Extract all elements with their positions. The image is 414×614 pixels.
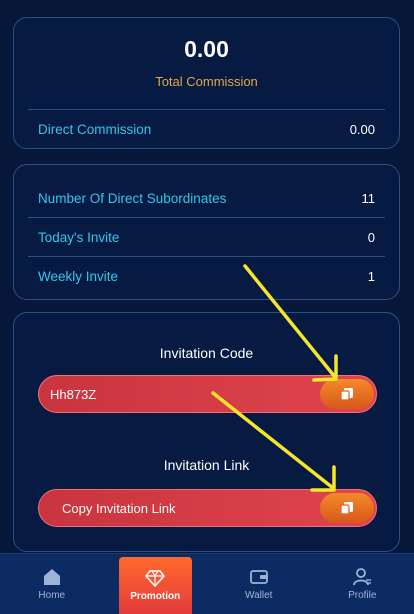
stats-value: 1	[367, 268, 375, 284]
total-commission-amount: 0.00	[184, 36, 229, 62]
divider	[28, 109, 385, 110]
profile-icon	[353, 567, 372, 585]
stats-row-weekly-invite: Weekly Invite 1	[38, 266, 375, 286]
nav-item-promotion[interactable]: Promotion	[118, 557, 192, 614]
wallet-icon	[249, 569, 268, 584]
invite-stats-card: Number Of Direct Subordinates 11 Today's…	[13, 164, 400, 300]
diamond-icon	[145, 570, 166, 587]
invitation-card: Invitation Code Hh873Z Invitation Link C…	[13, 312, 400, 552]
direct-commission-row: Direct Commission 0.00	[38, 119, 375, 139]
total-commission-card: 0.00 Total Commission Direct Commission …	[13, 17, 400, 149]
stats-label: Today's Invite	[38, 229, 120, 245]
copy-icon	[340, 388, 353, 401]
stats-row-direct-subordinates: Number Of Direct Subordinates 11	[38, 188, 375, 208]
stats-value: 11	[361, 190, 376, 206]
invitation-code-field: Hh873Z	[38, 375, 377, 413]
copy-invitation-link-field[interactable]: Copy Invitation Link	[38, 489, 377, 527]
bottom-nav: Home Promotion Wallet Profile	[0, 553, 414, 614]
direct-commission-label: Direct Commission	[38, 121, 152, 137]
divider	[28, 217, 385, 218]
home-icon	[43, 568, 60, 585]
nav-label-profile: Profile	[348, 589, 377, 601]
stats-value: 0	[367, 229, 375, 245]
stats-row-today-invite: Today's Invite 0	[38, 227, 375, 247]
stats-label: Weekly Invite	[38, 268, 119, 284]
nav-item-home[interactable]: Home	[15, 554, 88, 614]
divider	[28, 256, 385, 257]
nav-label-home: Home	[38, 589, 66, 601]
invitation-code-value: Hh873Z	[50, 386, 97, 402]
copy-code-button[interactable]	[320, 379, 374, 409]
copy-link-button[interactable]	[320, 493, 374, 523]
nav-item-profile[interactable]: Profile	[326, 554, 399, 614]
copy-invitation-link-label: Copy Invitation Link	[62, 500, 176, 516]
nav-label-promotion: Promotion	[130, 591, 181, 602]
invitation-code-title: Invitation Code	[159, 345, 254, 361]
direct-commission-value: 0.00	[349, 121, 375, 137]
nav-item-wallet[interactable]: Wallet	[222, 554, 295, 614]
invitation-link-title: Invitation Link	[163, 457, 250, 473]
stats-label: Number Of Direct Subordinates	[38, 190, 227, 206]
total-commission-label: Total Commission	[155, 74, 258, 89]
nav-label-wallet: Wallet	[245, 589, 273, 601]
copy-icon	[340, 502, 353, 515]
